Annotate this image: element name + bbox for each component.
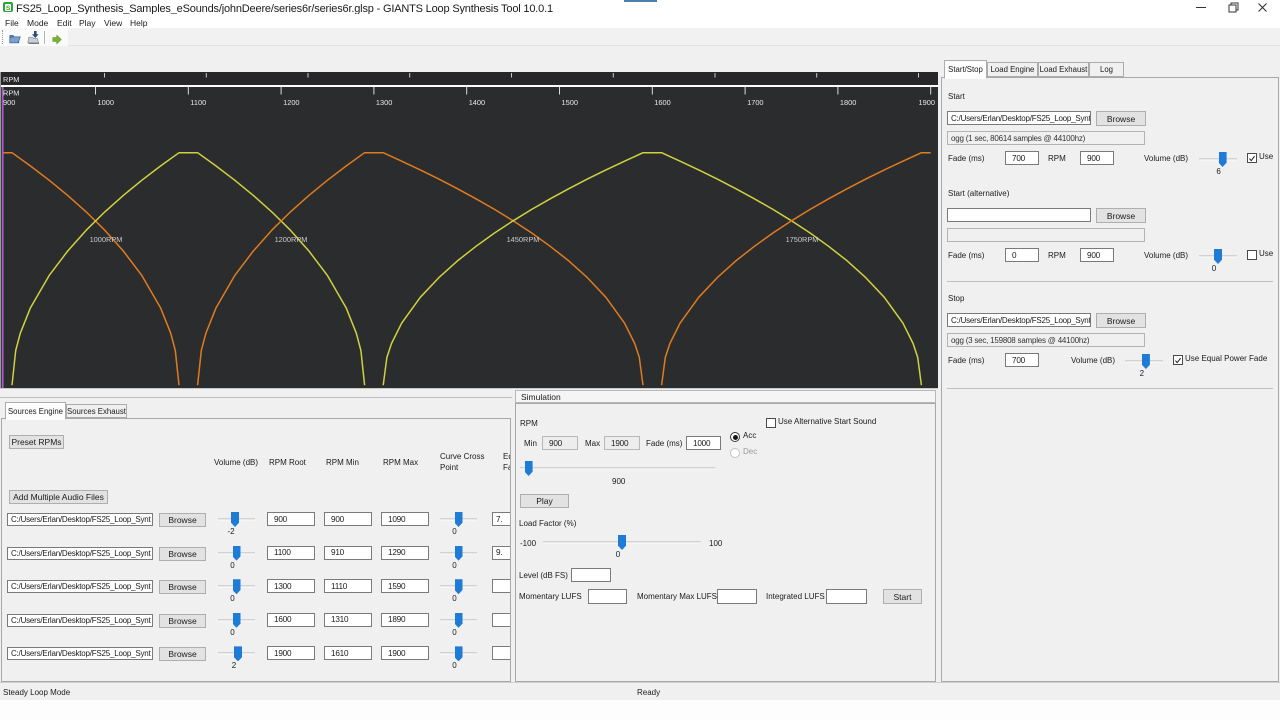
svg-text:1750RPM: 1750RPM: [786, 235, 819, 244]
svg-text:1700: 1700: [747, 98, 763, 107]
svg-text:1000: 1000: [98, 98, 114, 107]
svg-text:1000RPM: 1000RPM: [90, 235, 123, 244]
svg-text:RPM: RPM: [3, 89, 19, 98]
svg-text:1500: 1500: [562, 98, 578, 107]
svg-text:1450RPM: 1450RPM: [507, 235, 540, 244]
svg-text:1300: 1300: [376, 98, 392, 107]
svg-text:1900: 1900: [919, 98, 935, 107]
svg-text:1200RPM: 1200RPM: [275, 235, 308, 244]
svg-text:1600: 1600: [654, 98, 670, 107]
svg-text:RPM: RPM: [3, 75, 19, 84]
svg-text:1200: 1200: [283, 98, 299, 107]
svg-text:1100: 1100: [190, 98, 206, 107]
svg-text:1400: 1400: [469, 98, 485, 107]
svg-text:900: 900: [3, 98, 15, 107]
svg-text:1800: 1800: [840, 98, 856, 107]
